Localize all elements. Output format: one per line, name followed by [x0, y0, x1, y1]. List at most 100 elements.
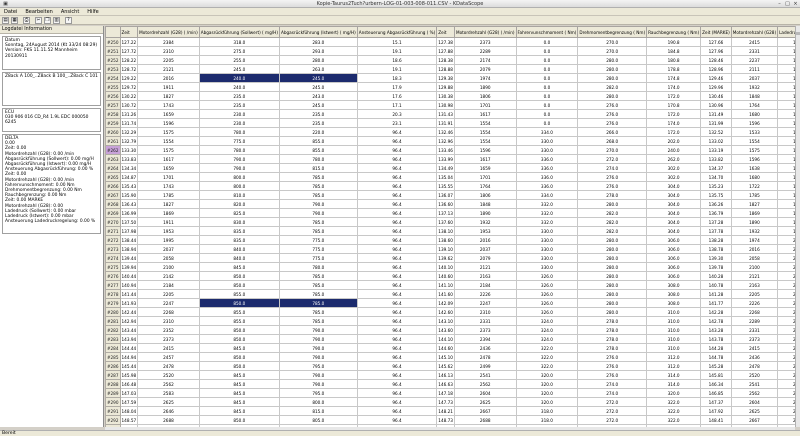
- table-cell[interactable]: 255.0: [198, 55, 280, 65]
- table-row[interactable]: #254 129.22 2016 240.0 245.0 18.3 129.38 1974 0.…: [105, 73, 795, 83]
- table-cell[interactable]: 2079: [453, 64, 517, 74]
- table-cell[interactable]: 785.0: [278, 280, 358, 290]
- row-header[interactable]: #267: [105, 190, 121, 200]
- table-row[interactable]: #288 146.48 2562 845.0 790.0 96.4 146.63 2562 32…: [105, 379, 795, 389]
- row-header[interactable]: #280: [105, 307, 121, 317]
- table-cell[interactable]: 1890: [453, 208, 517, 218]
- print-icon[interactable]: ⎙: [23, 17, 30, 24]
- row-header[interactable]: #286: [105, 361, 121, 371]
- column-header[interactable]: Motordrehzahl (G28): [730, 26, 779, 38]
- table-cell[interactable]: 1680: [730, 109, 779, 119]
- table-cell[interactable]: 142.28: [700, 307, 732, 317]
- table-cell[interactable]: 790.0: [278, 208, 358, 218]
- table-cell[interactable]: 1827: [137, 91, 200, 101]
- table-cell[interactable]: 174.0: [646, 82, 702, 92]
- table-cell[interactable]: 145.10: [436, 352, 455, 362]
- table-cell[interactable]: 276.0: [577, 352, 648, 362]
- table-cell[interactable]: 2562: [730, 388, 779, 398]
- table-cell[interactable]: 1890: [730, 217, 779, 227]
- table-cell[interactable]: 131.91: [436, 118, 455, 128]
- table-cell[interactable]: 1795.2: [777, 145, 795, 155]
- table-cell[interactable]: 135.75: [700, 190, 732, 200]
- table-cell[interactable]: 326.0: [515, 307, 579, 317]
- table-cell[interactable]: 96.4: [356, 379, 438, 389]
- table-cell[interactable]: 1827: [730, 199, 779, 209]
- table-cell[interactable]: 137.50: [119, 217, 139, 227]
- table-cell[interactable]: 2037: [453, 244, 517, 254]
- table-cell[interactable]: 0.0: [515, 37, 579, 47]
- table-cell[interactable]: 96.4: [356, 226, 438, 236]
- table-cell[interactable]: 1596: [730, 154, 779, 164]
- table-cell[interactable]: 1869: [137, 208, 200, 218]
- row-header[interactable]: #281: [105, 316, 121, 326]
- table-cell[interactable]: 2415: [730, 343, 779, 353]
- table-cell[interactable]: 220.0: [278, 127, 358, 137]
- table-cell[interactable]: 0.0: [515, 118, 579, 128]
- table-cell[interactable]: 1617: [453, 109, 517, 119]
- table-cell[interactable]: 178.8: [646, 64, 702, 74]
- table-cell[interactable]: 308.0: [646, 289, 702, 299]
- table-cell[interactable]: 133.46: [436, 145, 455, 155]
- table-cell[interactable]: 131.43: [436, 109, 455, 119]
- table-cell[interactable]: 136.79: [700, 208, 732, 218]
- table-row[interactable]: #284 144.44 2415 845.0 790.0 96.4 144.60 2436 32…: [105, 343, 795, 353]
- table-cell[interactable]: 127.96: [700, 46, 732, 56]
- table-cell[interactable]: 142.60: [436, 307, 455, 317]
- table-cell[interactable]: 130.38: [436, 91, 455, 101]
- table-cell[interactable]: 310.0: [646, 307, 702, 317]
- table-cell[interactable]: 136.99: [119, 208, 139, 218]
- table-cell[interactable]: 2352: [137, 325, 200, 335]
- table-cell[interactable]: 2384: [137, 37, 200, 47]
- table-cell[interactable]: 278.0: [577, 316, 648, 326]
- table-cell[interactable]: 2016: [453, 235, 517, 245]
- help-icon[interactable]: ?: [65, 17, 72, 24]
- row-header[interactable]: #290: [105, 397, 121, 407]
- table-row[interactable]: #277 140.94 2184 850.0 785.0 96.4 141.10 2184 32…: [105, 280, 795, 290]
- table-cell[interactable]: 815.0: [278, 163, 358, 173]
- table-cell[interactable]: 324.0: [515, 316, 579, 326]
- table-cell[interactable]: 1932: [730, 226, 779, 236]
- table-cell[interactable]: 276.0: [577, 361, 648, 371]
- table-cell[interactable]: 2040.0: [777, 379, 795, 389]
- table-cell[interactable]: 135.43: [119, 181, 139, 191]
- table-cell[interactable]: 1680: [730, 172, 779, 182]
- table-cell[interactable]: 850.0: [198, 298, 280, 308]
- table-cell[interactable]: 142.94: [119, 316, 139, 326]
- table-cell[interactable]: 1890: [453, 82, 517, 92]
- table-cell[interactable]: 130.46: [700, 91, 732, 101]
- table-cell[interactable]: 306.0: [646, 271, 702, 281]
- row-header[interactable]: #254: [105, 73, 121, 83]
- table-cell[interactable]: 800.0: [198, 172, 280, 182]
- table-cell[interactable]: 18.6: [356, 55, 438, 65]
- table-cell[interactable]: 306.0: [646, 244, 702, 254]
- table-cell[interactable]: 96.4: [356, 325, 438, 335]
- column-header[interactable]: Ansteuerung Abgasrückführung ( %): [356, 26, 438, 38]
- table-cell[interactable]: 330.0: [515, 145, 579, 155]
- table-cell[interactable]: 136.43: [119, 199, 139, 209]
- table-cell[interactable]: 2040.0: [777, 334, 795, 344]
- paste-icon[interactable]: ▥: [53, 17, 60, 24]
- table-cell[interactable]: 1743: [137, 100, 200, 110]
- table-cell[interactable]: 96.4: [356, 253, 438, 263]
- table-cell[interactable]: 280.0: [577, 271, 648, 281]
- table-cell[interactable]: 266.0: [577, 127, 648, 137]
- table-cell[interactable]: 96.4: [356, 199, 438, 209]
- table-cell[interactable]: 0.0: [515, 82, 579, 92]
- table-row[interactable]: #251 127.72 2310 275.0 293.0 19.1 127.88 2289 0.…: [105, 46, 795, 56]
- table-cell[interactable]: 1911: [137, 217, 200, 227]
- table-cell[interactable]: 790.0: [198, 154, 280, 164]
- table-cell[interactable]: 2040.0: [777, 352, 795, 362]
- table-cell[interactable]: 280.0: [577, 307, 648, 317]
- table-cell[interactable]: 304.0: [646, 190, 702, 200]
- table-cell[interactable]: 1101.1: [777, 91, 795, 101]
- table-cell[interactable]: 1869: [730, 208, 779, 218]
- table-cell[interactable]: 336.0: [515, 181, 579, 191]
- row-header[interactable]: #289: [105, 388, 121, 398]
- table-cell[interactable]: 2040.0: [777, 271, 795, 281]
- table-cell[interactable]: 830.0: [198, 217, 280, 227]
- table-cell[interactable]: 2520: [137, 370, 200, 380]
- table-cell[interactable]: 2625: [730, 406, 779, 416]
- table-cell[interactable]: 805.0: [278, 415, 358, 425]
- table-cell[interactable]: 280.0: [577, 289, 648, 299]
- table-cell[interactable]: 148.73: [436, 415, 455, 425]
